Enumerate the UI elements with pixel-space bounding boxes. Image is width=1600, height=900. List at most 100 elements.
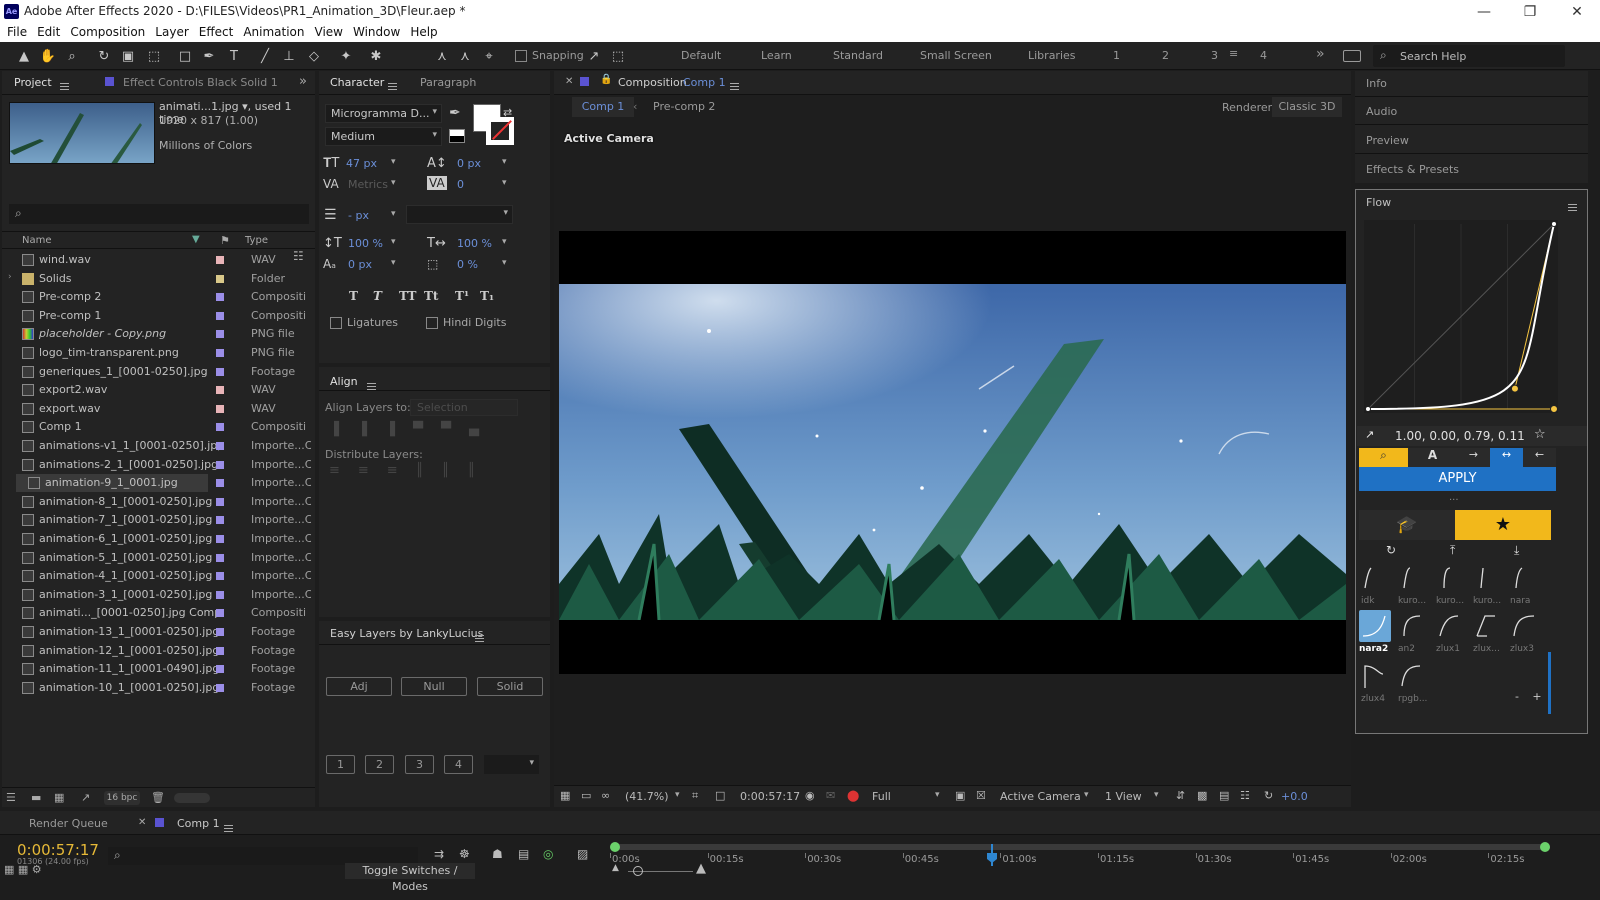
project-item-row[interactable]: animation-10_1_[0001-0250].jpg Footage: [10, 679, 312, 697]
tab-composition-name[interactable]: Comp 1: [683, 76, 726, 89]
project-item-row[interactable]: Pre-comp 2 Compositi: [10, 288, 312, 306]
font-family-select[interactable]: Microgramma D... ▾: [325, 104, 442, 123]
tab-character[interactable]: Character: [330, 76, 384, 89]
preset-scrollbar[interactable]: [1548, 652, 1551, 714]
label-column-tag-icon[interactable]: ⚑: [220, 234, 230, 247]
chevron-down-icon[interactable]: ▾: [391, 178, 396, 188]
frame-blending-icon[interactable]: ▤: [518, 847, 529, 861]
flow-preset-thumbnail[interactable]: [1359, 660, 1391, 692]
align-to-select[interactable]: Selection: [410, 399, 518, 416]
favorites-tab-button[interactable]: ★: [1455, 510, 1551, 540]
project-item-row[interactable]: Comp 1 Compositi: [10, 418, 312, 436]
tracking-value[interactable]: 0: [457, 178, 464, 191]
project-item-row[interactable]: animati..._[0001-0250].jpg Comp 1 Composi…: [10, 604, 312, 622]
resolution-value[interactable]: Full: [872, 790, 891, 803]
flow-preset-thumbnail[interactable]: [1396, 562, 1428, 594]
thumbnail-scroll[interactable]: [174, 793, 210, 803]
font-size-value[interactable]: 47 px: [346, 157, 377, 170]
label-color-chip[interactable]: [216, 367, 224, 376]
leading-value[interactable]: 0 px: [457, 157, 481, 170]
tab-effect-controls[interactable]: Effect Controls Black Solid 1: [123, 76, 278, 89]
refresh-icon[interactable]: ↻: [1386, 543, 1396, 557]
monitor-icon[interactable]: ▭: [581, 789, 591, 802]
clone-stamp-tool-icon[interactable]: ⊥: [280, 47, 298, 65]
chevron-down-icon[interactable]: ▾: [391, 157, 396, 167]
label-color-chip[interactable]: [216, 404, 224, 413]
align-menu-icon[interactable]: [367, 379, 376, 392]
timeline-icon[interactable]: ▤: [1219, 789, 1229, 802]
transparency-grid-icon[interactable]: ☒: [976, 789, 986, 802]
flow-menu-icon[interactable]: [1568, 200, 1577, 213]
close-icon[interactable]: ✕: [565, 76, 573, 87]
fast-previews-icon[interactable]: ▩: [1197, 789, 1207, 802]
flow-curve-editor[interactable]: [1364, 220, 1558, 413]
menu-help[interactable]: Help: [410, 24, 437, 41]
exposure-value[interactable]: +0.0: [1281, 790, 1308, 803]
toggle-pixel-aspect-icon[interactable]: ⇵: [1176, 789, 1185, 802]
chevron-down-icon[interactable]: ▾: [502, 178, 507, 188]
label-color-chip[interactable]: [216, 274, 224, 283]
swap-colors-icon[interactable]: ⇄: [503, 106, 512, 119]
world-axis-icon[interactable]: ⋏: [456, 47, 474, 65]
project-item-row[interactable]: placeholder - Copy.png PNG file: [10, 325, 312, 343]
hand-tool-icon[interactable]: ✋: [39, 47, 57, 65]
tab-align[interactable]: Align: [330, 375, 358, 388]
timeline-footer-icons[interactable]: ▦ ▦ ⚙: [4, 863, 42, 876]
adj-button[interactable]: Adj: [326, 677, 392, 696]
work-area-start-handle[interactable]: [610, 842, 620, 852]
active-camera-select[interactable]: Active Camera: [1000, 790, 1081, 803]
flow-preset-thumbnail[interactable]: [1434, 562, 1466, 594]
project-item-row[interactable]: wind.wav WAV: [10, 251, 312, 269]
hindi-digits-checkbox[interactable]: [426, 317, 438, 329]
superscript-button[interactable]: T¹: [455, 289, 469, 303]
preview-panel-tab[interactable]: Preview: [1355, 128, 1588, 154]
learn-tab-button[interactable]: 🎓: [1359, 510, 1455, 540]
workspace-2[interactable]: 2: [1162, 49, 1169, 62]
always-preview-icon[interactable]: ▦: [560, 789, 570, 802]
black-white-swatch[interactable]: [449, 129, 465, 143]
region-of-interest-icon[interactable]: □: [715, 789, 725, 802]
lock-icon[interactable]: 🔒: [600, 74, 612, 85]
column-type-header[interactable]: Type: [245, 235, 268, 246]
menu-file[interactable]: File: [7, 24, 27, 41]
ease-in-button[interactable]: ←: [1523, 448, 1556, 467]
text-mode-button[interactable]: A: [1408, 448, 1457, 467]
chevron-down-icon[interactable]: ▾: [675, 790, 680, 800]
comp-viewer-frame[interactable]: [559, 231, 1346, 674]
label-color-chip[interactable]: [216, 256, 224, 264]
chevron-down-icon[interactable]: ▾: [502, 157, 507, 167]
project-item-row[interactable]: export.wav WAV: [10, 400, 312, 418]
maximize-button[interactable]: ❐: [1507, 0, 1553, 24]
workspace-libraries[interactable]: Libraries: [1028, 49, 1076, 62]
stroke-width-value[interactable]: - px: [348, 209, 369, 222]
label-color-chip[interactable]: [216, 423, 224, 432]
shy-layers-icon[interactable]: ☗: [492, 847, 503, 861]
project-item-row[interactable]: animation-6_1_[0001-0250].jpg Importe...C: [10, 530, 312, 548]
stroke-style-select[interactable]: ▾: [406, 205, 513, 224]
horizontal-scale-value[interactable]: 100 %: [457, 237, 492, 250]
star-outline-icon[interactable]: ☆: [1534, 427, 1546, 442]
apply-button[interactable]: APPLY: [1359, 467, 1556, 491]
work-area-bar[interactable]: [610, 842, 1550, 852]
label-color-chip[interactable]: [216, 609, 224, 618]
preset-4-button[interactable]: 4: [444, 755, 473, 774]
baseline-shift-value[interactable]: 0 px: [348, 258, 372, 271]
work-area-end-handle[interactable]: [1540, 842, 1550, 852]
label-color-chip[interactable]: [216, 497, 224, 506]
label-color-chip[interactable]: [216, 516, 224, 525]
chevron-down-icon[interactable]: ▾: [502, 237, 507, 247]
label-color-chip[interactable]: [216, 386, 224, 395]
graph-editor-icon[interactable]: ▨: [577, 847, 588, 861]
faux-bold-button[interactable]: T: [349, 289, 358, 303]
breadcrumb-comp-1[interactable]: Comp 1: [572, 97, 634, 117]
current-time-value[interactable]: 0:00:57:17: [740, 790, 800, 803]
label-color-chip[interactable]: [216, 442, 224, 450]
new-composition-icon[interactable]: ▦: [54, 791, 64, 804]
trash-icon[interactable]: 🗑: [151, 791, 165, 804]
menu-layer[interactable]: Layer: [155, 24, 188, 41]
all-caps-button[interactable]: TT: [399, 289, 416, 303]
flow-divider-handle[interactable]: ...: [1449, 492, 1459, 503]
workspace-menu-icon[interactable]: ≡: [1229, 47, 1238, 60]
panel-overflow-icon[interactable]: »: [299, 74, 307, 89]
pan-behind-tool-icon[interactable]: ⬚: [145, 47, 163, 65]
